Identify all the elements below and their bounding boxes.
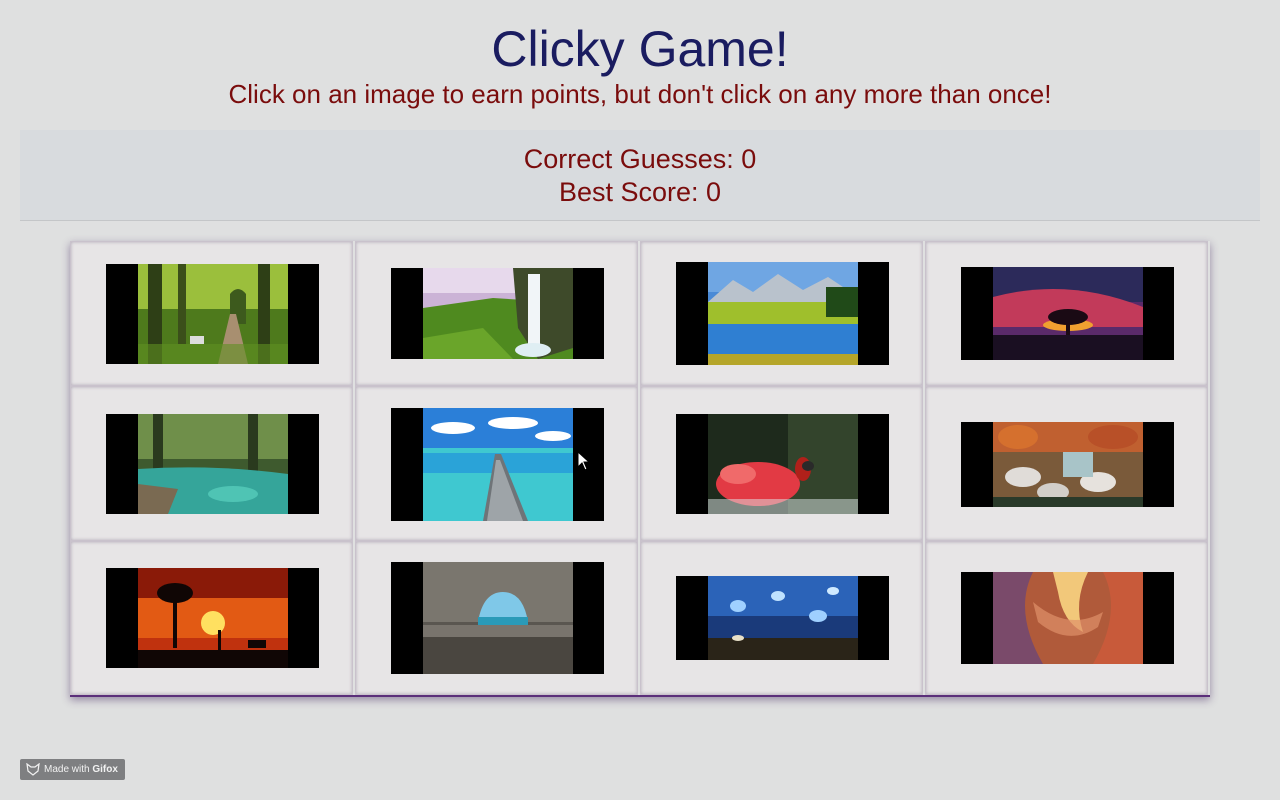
waterfall-image	[423, 268, 573, 359]
gifox-brand: Gifox	[92, 764, 118, 775]
image-card-sea-cave[interactable]	[355, 541, 638, 695]
savanna-sunset-image	[138, 568, 288, 668]
pier-ocean-image	[423, 408, 573, 521]
score-panel: Correct Guesses: 0 Best Score: 0	[20, 130, 1260, 221]
image-frame	[676, 262, 889, 365]
sea-cave-image	[423, 562, 573, 674]
image-frame	[961, 267, 1174, 360]
image-frame	[391, 408, 604, 521]
image-card-waterfall[interactable]	[355, 241, 638, 386]
image-frame	[391, 562, 604, 674]
image-frame	[106, 264, 319, 364]
image-card-forest-path[interactable]	[70, 241, 353, 386]
image-card-pier-ocean[interactable]	[355, 386, 638, 541]
rock-waterfall-image	[993, 422, 1143, 507]
image-card-rock-waterfall[interactable]	[925, 386, 1208, 541]
gifox-badge: Made with Gifox	[20, 759, 125, 780]
image-frame	[961, 572, 1174, 664]
image-card-forest-river[interactable]	[70, 386, 353, 541]
page-title: Clicky Game!	[491, 21, 789, 77]
image-frame	[676, 414, 889, 514]
image-card-mountain-lake[interactable]	[640, 241, 923, 386]
image-frame	[961, 422, 1174, 507]
instructions: Click on an image to earn points, but do…	[228, 79, 1052, 109]
mouse-cursor-icon	[577, 451, 591, 471]
image-grid	[70, 241, 1210, 697]
image-card-savanna-sunset[interactable]	[70, 541, 353, 695]
image-frame	[391, 268, 604, 359]
image-card-red-sky-tree[interactable]	[925, 241, 1208, 386]
gifox-prefix: Made with	[44, 764, 93, 775]
image-frame	[106, 414, 319, 514]
best-score: Best Score: 0	[558, 177, 722, 207]
blue-butterflies-image	[708, 576, 858, 660]
correct-guesses: Correct Guesses: 0	[523, 144, 757, 174]
mountain-lake-image	[708, 262, 858, 365]
fox-icon	[26, 763, 40, 776]
image-card-blue-butterflies[interactable]	[640, 541, 923, 695]
image-card-bird-on-flowers[interactable]	[640, 386, 923, 541]
forest-path-image	[138, 264, 288, 364]
red-sky-tree-image	[993, 267, 1143, 360]
image-frame	[106, 568, 319, 668]
forest-river-image	[138, 414, 288, 514]
canyon-image	[993, 572, 1143, 664]
image-card-canyon[interactable]	[925, 541, 1208, 695]
image-frame	[676, 576, 889, 660]
bird-on-flowers-image	[708, 414, 858, 514]
